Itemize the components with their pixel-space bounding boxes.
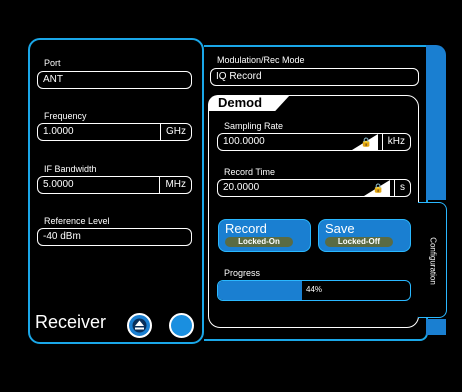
port-label: Port [44,58,61,68]
progress-label: Progress [224,268,261,278]
save-locked-badge: Locked-Off [325,237,393,247]
progress-bar: 44% [217,280,411,301]
frequency-unit: GHz [160,124,191,140]
configuration-tab-label: Configuration [428,237,438,285]
save-button[interactable]: Save Locked-Off [318,219,411,252]
record-time-lock-icon: 🔒 [372,183,384,193]
sampling-rate-value: 100.0000 [223,136,265,147]
progress-text: 44% [306,285,323,294]
receiver-title: Receiver [35,312,107,332]
side-tab-upper [426,45,446,200]
frequency-value: 1.0000 [43,126,74,137]
save-button-label: Save [325,221,355,236]
sampling-rate-field[interactable]: 100.0000 🔒 kHz [217,133,411,151]
if-bandwidth-label: IF Bandwidth [44,164,97,174]
record-button[interactable]: Record Locked-On [218,219,311,252]
sampling-rate-lock-icon: 🔒 [360,137,372,147]
side-tab-lower [426,319,446,335]
configuration-tab-strip: Configuration [418,45,447,335]
sampling-rate-label: Sampling Rate [224,121,284,131]
record-time-field[interactable]: 20.0000 🔒 s [217,179,411,197]
reference-level-field[interactable]: -40 dBm [37,228,192,246]
mode-label: Modulation/Rec Mode [217,55,305,65]
if-bandwidth-field[interactable]: 5.0000 MHz [37,176,192,194]
record-time-value: 20.0000 [223,182,260,193]
record-time-unit: s [394,180,410,196]
if-bandwidth-unit: MHz [159,177,191,193]
progress-fill [218,281,303,300]
demod-title: Demod [218,95,263,110]
record-locked-badge: Locked-On [225,237,293,247]
record-time-label: Record Time [224,167,276,177]
frequency-label: Frequency [44,111,87,121]
eject-icon [132,318,147,333]
configuration-tab[interactable]: Configuration [418,202,447,318]
if-bandwidth-value: 5.0000 [43,179,74,190]
reference-level-label: Reference Level [44,216,110,226]
eject-button[interactable] [127,313,152,338]
port-field[interactable]: ANT [37,71,192,89]
status-indicator-button[interactable] [169,313,194,338]
mode-field[interactable]: IQ Record [210,68,419,86]
record-button-label: Record [225,221,267,236]
sampling-rate-unit: kHz [381,134,410,150]
frequency-field[interactable]: 1.0000 GHz [37,123,192,141]
